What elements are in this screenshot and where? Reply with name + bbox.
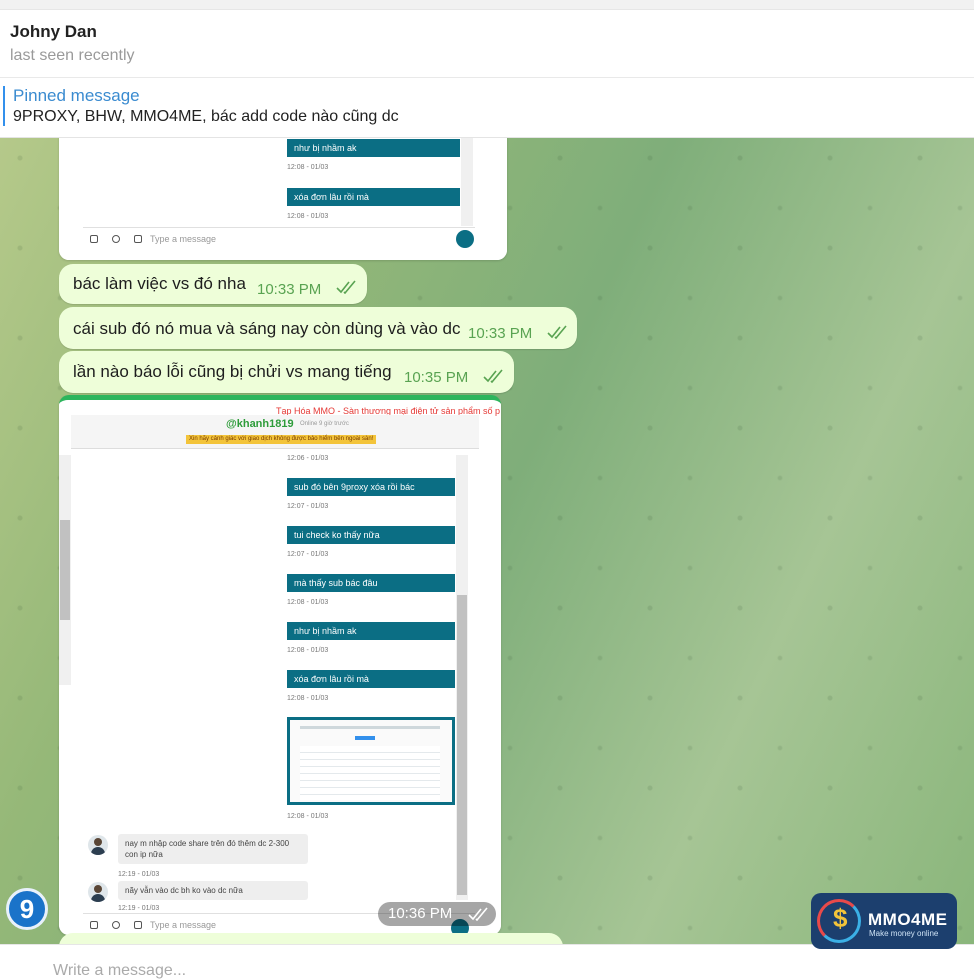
ss-stamp: 12:07 - 01/03 xyxy=(287,503,329,510)
ss-scroll-thumb xyxy=(457,595,467,895)
ss-message: xóa đơn lâu rồi mà xyxy=(287,188,460,206)
message-bubble-partial[interactable] xyxy=(59,933,563,944)
image-time-pill: 10:36 PM xyxy=(378,902,496,926)
pinned-message-bar[interactable]: Pinned message 9PROXY, BHW, MMO4ME, bác … xyxy=(0,78,974,138)
ss-message: như bị nhầm ak xyxy=(287,622,455,640)
ss-stamp: 12:19 - 01/03 xyxy=(118,905,160,912)
double-check-icon xyxy=(547,325,567,339)
ss-send-icon xyxy=(456,230,474,248)
image-message-screenshot[interactable]: Tạp Hóa MMO - Sàn thương mại điện tử sản… xyxy=(59,395,501,935)
message-time: 10:35 PM xyxy=(404,369,469,386)
dollar-icon: $ xyxy=(833,903,848,933)
logo-tagline: Make money online xyxy=(869,929,939,938)
ss-message: sub đó bên 9proxy xóa rồi bác xyxy=(287,478,455,496)
ss-message: tui check ko thấy nữa xyxy=(287,526,455,544)
contact-name[interactable]: Johny Dan xyxy=(10,22,97,42)
ss-scrollbar xyxy=(461,138,473,226)
message-bubble[interactable]: bác làm việc vs đó nha 10:33 PM xyxy=(59,264,367,304)
message-text: cái sub đó nó mua và sáng nay còn dùng v… xyxy=(73,319,461,338)
ss-file-icon xyxy=(90,921,98,929)
contact-status: last seen recently xyxy=(10,47,135,64)
ss-emoji-icon xyxy=(112,235,120,243)
double-check-icon xyxy=(483,369,503,383)
ss-reply: nãy vẫn vào dc bh ko vào dc nữa xyxy=(118,881,308,900)
double-check-icon xyxy=(336,280,356,294)
image-message-top[interactable]: như bị nhầm ak 12:08 - 01/03 xóa đơn lâu… xyxy=(59,138,507,260)
pinned-title: Pinned message xyxy=(13,86,140,105)
pinned-text: 9PROXY, BHW, MMO4ME, bác add code nào cũ… xyxy=(13,108,399,125)
message-bubble[interactable]: lần nào báo lỗi cũng bị chửi vs mang tiế… xyxy=(59,351,514,393)
ss-username: @khanh1819 xyxy=(226,418,294,430)
ss-composer-placeholder: Type a message xyxy=(150,234,217,244)
logo-brand: MMO4ME xyxy=(868,910,948,929)
proxy-badge-icon: 9 xyxy=(6,888,48,930)
chat-area[interactable]: như bị nhầm ak 12:08 - 01/03 xóa đơn lâu… xyxy=(0,138,974,944)
ss-message: mà thấy sub bác đâu xyxy=(287,574,455,592)
ss-stamp: 12:07 - 01/03 xyxy=(287,551,329,558)
ss-warning: Xin hãy cảnh giác với giao dịch không đư… xyxy=(186,435,377,444)
message-time: 10:33 PM xyxy=(257,281,322,298)
pinned-accent-bar xyxy=(3,86,5,126)
window-top-strip xyxy=(0,0,974,10)
ss-message: như bị nhầm ak xyxy=(287,139,460,157)
ss-doc-icon xyxy=(134,921,142,929)
ss-message: xóa đơn lâu rồi mà xyxy=(287,670,455,688)
ss-stamp: 12:08 - 01/03 xyxy=(287,164,329,171)
chat-header[interactable]: Johny Dan last seen recently xyxy=(0,10,974,78)
ss-file-icon xyxy=(90,235,98,243)
message-time: 10:33 PM xyxy=(468,325,533,342)
message-input[interactable]: Write a message... xyxy=(53,962,186,980)
ss-chat-header: @khanh1819 Online 9 giờ trước Xin hãy cả… xyxy=(71,415,479,449)
ss-stamp: 12:08 - 01/03 xyxy=(287,695,329,702)
ss-doc-icon xyxy=(134,235,142,243)
ss-reply: nay m nhập code share trên đó thêm dc 2-… xyxy=(118,834,308,864)
ss-composer: Type a message xyxy=(83,227,475,249)
ss-online: Online 9 giờ trước xyxy=(300,421,349,427)
mmo4me-logo: $ MMO4ME Make money online xyxy=(811,893,957,949)
message-text: bác làm việc vs đó nha xyxy=(73,274,246,293)
ss-stamp: 12:08 - 01/03 xyxy=(287,647,329,654)
ss-image-thumbnail xyxy=(287,717,455,805)
ss-stamp: 12:08 - 01/03 xyxy=(287,813,329,820)
ss-composer-placeholder: Type a message xyxy=(150,920,217,930)
ss-left-scroll-thumb xyxy=(60,520,70,620)
screenshot-body: Tạp Hóa MMO - Sàn thương mại điện tử sản… xyxy=(59,400,501,935)
ss-stamp: 12:08 - 01/03 xyxy=(287,599,329,606)
message-text: lần nào báo lỗi cũng bị chửi vs mang tiế… xyxy=(73,362,392,381)
ss-avatar xyxy=(88,835,108,855)
message-bubble[interactable]: cái sub đó nó mua và sáng nay còn dùng v… xyxy=(59,307,577,349)
ss-stamp: 12:06 - 01/03 xyxy=(287,455,329,462)
double-check-icon xyxy=(468,907,488,921)
ss-emoji-icon xyxy=(112,921,120,929)
screenshot-top: như bị nhầm ak 12:08 - 01/03 xóa đơn lâu… xyxy=(59,138,507,260)
image-time: 10:36 PM xyxy=(388,905,453,922)
ss-stamp: 12:19 - 01/03 xyxy=(118,871,160,878)
ss-avatar xyxy=(88,882,108,902)
ss-stamp: 12:08 - 01/03 xyxy=(287,213,329,220)
